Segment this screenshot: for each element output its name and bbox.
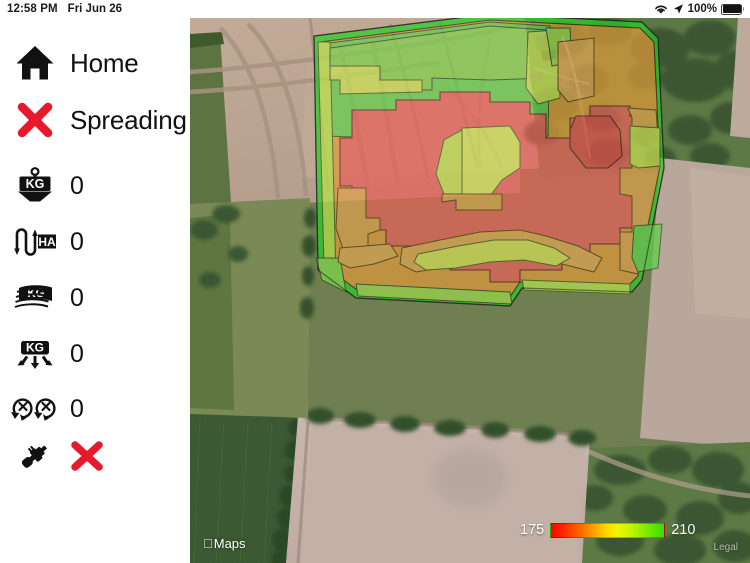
sidebar-item-disc-speed[interactable]: 0 — [0, 386, 190, 432]
status-date: Fri Jun 26 — [67, 3, 122, 15]
spreader-discs-icon — [0, 393, 70, 425]
satellite-map-canvas — [190, 18, 750, 563]
ha-serpentine-icon: HA — [0, 225, 70, 259]
red-x-icon — [0, 102, 70, 138]
legend-max-label: 210 — [671, 522, 696, 538]
svg-text:KG: KG — [26, 177, 45, 191]
sidebar-item-kg-total[interactable]: KG 0 — [0, 163, 190, 209]
legend-gradient-bar — [550, 522, 666, 538]
legend-min-label: 175 — [520, 522, 545, 538]
legal-link[interactable]: Legal — [714, 542, 738, 553]
maps-credit-label: Maps — [204, 536, 246, 551]
sidebar-item-kg-field[interactable]: KG 0 — [0, 275, 190, 321]
apple-maps-credit:  Maps — [203, 536, 246, 551]
sidebar-value-kg-field: 0 — [70, 283, 84, 312]
connection-status-x-icon — [70, 440, 104, 472]
location-arrow-icon — [673, 3, 684, 15]
sidebar-value-kg-rate: 0 — [70, 339, 84, 368]
kg-spread-rate-icon: KG — [0, 336, 70, 372]
sidebar-item-kg-rate[interactable]: KG 0 — [0, 331, 190, 377]
svg-text:HA: HA — [38, 235, 56, 249]
apple-logo-icon:  — [203, 537, 213, 550]
sidebar-item-spreading-label: Spreading — [70, 105, 187, 135]
sidebar-item-spreading[interactable]: Spreading — [0, 94, 190, 146]
map-view[interactable]: 175 210  Maps Legal — [190, 18, 750, 563]
svg-text:KG: KG — [26, 341, 44, 355]
plug-connector-icon — [0, 437, 70, 475]
field-zone-overlay — [313, 18, 665, 307]
sidebar-item-connection[interactable] — [0, 430, 190, 482]
app-root: 12:58 PM Fri Jun 26 100% Home Spreading … — [0, 0, 750, 563]
sidebar-item-hectares[interactable]: HA 0 — [0, 219, 190, 265]
wifi-icon — [653, 3, 669, 15]
kg-scale-icon: KG — [0, 167, 70, 205]
status-bar-right: 100% — [653, 0, 745, 18]
home-icon — [0, 44, 70, 82]
status-bar-left: 12:58 PM Fri Jun 26 — [7, 0, 122, 18]
rate-legend: 175 210 — [520, 522, 695, 538]
sidebar-value-hectares: 0 — [70, 227, 84, 256]
battery-full-icon — [721, 3, 745, 15]
battery-percent: 100% — [687, 3, 717, 15]
sidebar: Home Spreading KG 0 HA 0 KG 0 KG 0 0 — [0, 18, 190, 563]
status-bar: 12:58 PM Fri Jun 26 100% — [0, 0, 750, 18]
sidebar-item-home-label: Home — [70, 48, 139, 78]
sidebar-value-disc-speed: 0 — [70, 394, 84, 423]
sidebar-value-kg-total: 0 — [70, 171, 84, 200]
sidebar-item-home[interactable]: Home — [0, 37, 190, 89]
status-time: 12:58 PM — [7, 3, 58, 15]
kg-field-stack-icon: KG — [0, 281, 70, 315]
